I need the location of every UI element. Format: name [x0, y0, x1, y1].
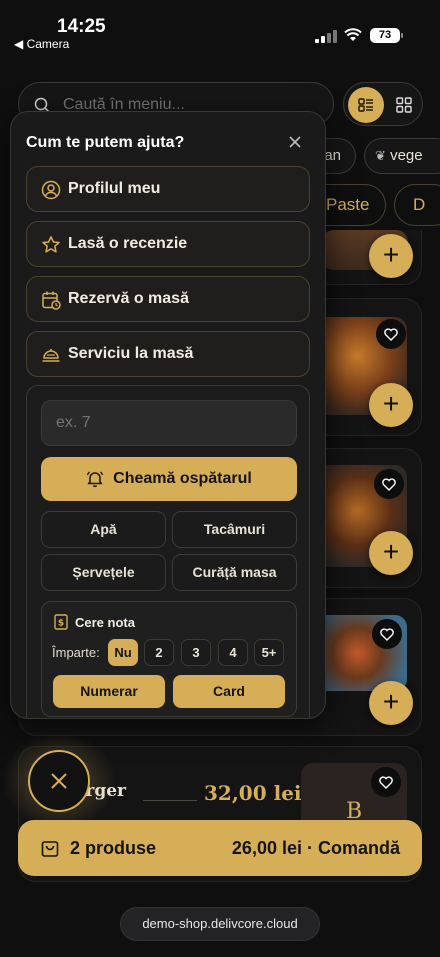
calendar-clock-icon [42, 291, 61, 310]
request-water-button[interactable]: Apă [41, 511, 166, 548]
leaf-icon: ❦ [375, 148, 386, 163]
product-price: 32,00 lei [204, 781, 302, 805]
pay-cash-button[interactable]: Numerar [53, 675, 165, 708]
request-bill-title: Cere nota [75, 615, 135, 630]
filter-chip-label: an [324, 147, 341, 164]
pay-card-button[interactable]: Card [173, 675, 285, 708]
favorite-button[interactable] [371, 767, 401, 797]
favorite-button[interactable] [372, 619, 402, 649]
menu-option-review[interactable]: Lasă o recenzie [26, 221, 310, 267]
cloche-icon [42, 349, 60, 362]
grid-view-icon [396, 97, 412, 113]
receipt-icon: $ [54, 614, 68, 630]
call-waiter-label: Cheamă ospătarul [113, 470, 252, 487]
help-menu-panel: Cum te putem ajuta? Profilul meu Lasă o … [10, 111, 326, 719]
status-bar: 14:25 ◀ Camera 73 [0, 0, 440, 60]
menu-option-label: Profilul meu [68, 180, 161, 197]
add-to-cart-button[interactable]: + [369, 681, 413, 725]
heart-icon [384, 327, 398, 341]
grid-view-button[interactable] [386, 87, 422, 123]
heart-icon [380, 627, 394, 641]
menu-option-label: Lasă o recenzie [68, 235, 188, 252]
close-icon [51, 773, 67, 789]
help-menu-title: Cum te putem ajuta? [26, 134, 185, 151]
split-option-3[interactable]: 3 [181, 639, 211, 666]
split-option-5plus[interactable]: 5+ [254, 639, 284, 666]
request-bill-section: $ Cere nota Împarte: Nu 2 3 4 5+ Numerar… [41, 601, 297, 717]
cart-item-count: 2 produse [70, 838, 157, 858]
add-to-cart-button[interactable]: + [369, 234, 413, 278]
filter-chip-vegan[interactable]: ❦ vege [364, 138, 440, 174]
favorite-button[interactable] [376, 319, 406, 349]
heart-icon [382, 477, 396, 491]
back-to-app-link[interactable]: ◀ Camera [14, 37, 69, 51]
add-to-cart-button[interactable]: + [369, 531, 413, 575]
menu-option-label: Rezervă o masă [68, 290, 189, 307]
menu-option-profile[interactable]: Profilul meu [26, 166, 310, 212]
menu-option-table-service[interactable]: Serviciu la masă [26, 331, 310, 377]
request-clean-table-button[interactable]: Curăță masa [172, 554, 297, 591]
star-icon [42, 236, 60, 253]
price-leader-line [143, 800, 197, 801]
close-menu-button[interactable] [28, 750, 90, 812]
battery-icon: 73 [370, 28, 403, 43]
category-label: D [413, 195, 426, 214]
close-icon[interactable] [287, 134, 303, 150]
signal-icon [315, 30, 337, 43]
list-view-button[interactable] [348, 87, 384, 123]
category-label: Paste [326, 195, 370, 214]
heart-icon [379, 775, 393, 789]
address-bar[interactable]: demo-shop.delivcore.cloud [120, 907, 320, 941]
table-number-input[interactable] [41, 400, 297, 446]
view-toggle [343, 82, 423, 126]
bell-icon [87, 471, 104, 488]
split-option-no[interactable]: Nu [108, 639, 138, 666]
split-option-4[interactable]: 4 [218, 639, 248, 666]
category-tab[interactable]: D [394, 184, 440, 226]
wifi-icon [344, 28, 362, 41]
list-view-icon [358, 98, 373, 112]
shopping-bag-icon [41, 841, 59, 857]
filter-chip-label: vege [390, 147, 423, 164]
add-to-cart-button[interactable]: + [369, 383, 413, 427]
table-service-section: Cheamă ospătarul Apă Tacâmuri Șervețele … [26, 385, 310, 718]
cart-bar[interactable]: 2 produse 26,00 lei · Comandă [18, 820, 422, 876]
cart-total-order: 26,00 lei · Comandă [231, 838, 400, 858]
menu-option-reserve-table[interactable]: Rezervă o masă [26, 276, 310, 322]
user-circle-icon [41, 180, 61, 200]
request-cutlery-button[interactable]: Tacâmuri [172, 511, 297, 548]
request-napkins-button[interactable]: Șervețele [41, 554, 166, 591]
menu-option-label: Serviciu la masă [68, 345, 194, 362]
status-time: 14:25 [57, 16, 106, 37]
split-option-2[interactable]: 2 [144, 639, 174, 666]
favorite-button[interactable] [374, 469, 404, 499]
call-waiter-button[interactable]: Cheamă ospătarul [41, 457, 297, 501]
split-label: Împarte: [52, 645, 100, 660]
svg-text:$: $ [58, 619, 64, 629]
